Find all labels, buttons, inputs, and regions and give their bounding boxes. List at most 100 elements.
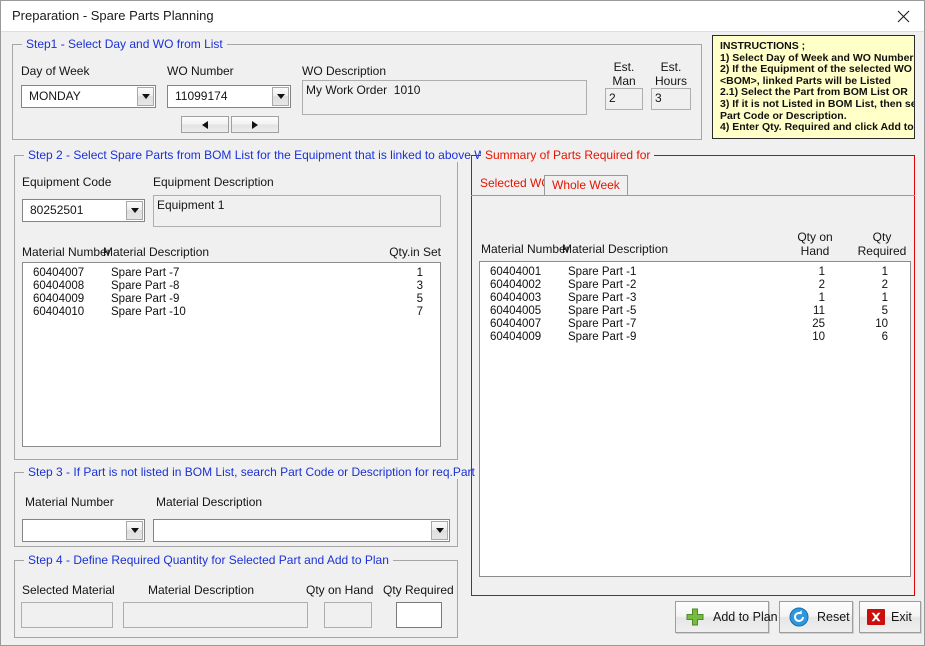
bom-qty-in-set: 1 <box>416 267 423 279</box>
equipment-code-select[interactable]: 80252501 <box>22 199 145 222</box>
list-item[interactable]: 60404009 Spare Part -9 5 <box>23 293 440 306</box>
exit-label: Exit <box>891 610 912 624</box>
list-item[interactable]: 60404008 Spare Part -8 3 <box>23 280 440 293</box>
table-row[interactable]: 60404009 Spare Part -9 10 6 <box>480 331 910 344</box>
summary-qty-on-hand: 1 <box>818 266 825 278</box>
summary-col-qty-on-hand-line2: Hand <box>800 244 830 258</box>
summary-material-number: 60404007 <box>490 318 542 330</box>
title-bar: Preparation - Spare Parts Planning <box>1 1 924 32</box>
step4-title: Step 4 - Define Required Quantity for Se… <box>24 553 393 567</box>
summary-col-qty-on-hand-line1: Qty on <box>797 230 833 244</box>
est-hours-label-line2: Hours <box>654 74 687 88</box>
step2-title: Step 2 - Select Spare Parts from BOM Lis… <box>24 148 499 162</box>
table-row[interactable]: 60404003 Spare Part -3 1 1 <box>480 292 910 305</box>
bom-material-description: Spare Part -10 <box>111 306 186 318</box>
qty-required-label: Qty Required <box>383 583 454 597</box>
summary-qty-on-hand: 11 <box>813 305 825 317</box>
bom-col-material-description: Material Description <box>103 245 210 259</box>
bom-parts-listbox[interactable]: 60404007 Spare Part -7 1 60404008 Spare … <box>22 262 441 447</box>
summary-material-number: 60404002 <box>490 279 542 291</box>
reset-button[interactable]: Reset <box>779 601 853 633</box>
table-row[interactable]: 60404007 Spare Part -7 25 10 <box>480 318 910 331</box>
summary-qty-required: 6 <box>881 331 888 343</box>
tabstrip-divider <box>471 195 915 196</box>
bom-material-description: Spare Part -9 <box>111 293 180 305</box>
next-wo-button[interactable] <box>231 116 279 133</box>
tab-whole-week[interactable]: Whole Week <box>544 175 628 195</box>
bom-qty-in-set: 7 <box>416 306 423 318</box>
summary-material-number: 60404005 <box>490 305 542 317</box>
qty-required-field[interactable] <box>396 602 442 628</box>
bom-qty-in-set: 5 <box>416 293 423 305</box>
window-title: Preparation - Spare Parts Planning <box>12 8 214 23</box>
add-to-plan-label: Add to Plan <box>713 610 778 624</box>
equipment-code-value: 80252501 <box>30 203 84 217</box>
bom-material-description: Spare Part -8 <box>111 280 180 292</box>
bom-col-material-number: Material Number <box>22 245 111 259</box>
summary-material-description: Spare Part -9 <box>568 331 637 343</box>
close-icon <box>897 10 909 22</box>
step3-material-description-select[interactable] <box>153 519 450 542</box>
add-to-plan-button[interactable]: Add to Plan <box>675 601 778 633</box>
triangle-right-icon <box>252 120 258 129</box>
instruction-line: 4) Enter Qty. Required and click Add to … <box>720 121 914 134</box>
summary-material-number: 60404003 <box>490 292 542 304</box>
summary-title: Summary of Parts Required for <box>481 148 655 162</box>
bom-material-number: 60404008 <box>33 280 85 292</box>
chevron-down-icon[interactable] <box>137 87 154 106</box>
tab-whole-week-label: Whole Week <box>552 178 620 192</box>
wo-number-value: 11099174 <box>175 89 228 103</box>
step4-material-description-field <box>123 602 308 628</box>
wo-number-select[interactable]: 11099174 <box>167 85 291 108</box>
bom-material-number: 60404010 <box>33 306 85 318</box>
step3-material-number-select[interactable] <box>22 519 145 542</box>
summary-col-material-description: Material Description <box>562 242 669 256</box>
table-row[interactable]: 60404001 Spare Part -1 1 1 <box>480 266 910 279</box>
wo-number-label: WO Number <box>167 64 234 78</box>
chevron-down-icon[interactable] <box>126 201 143 220</box>
tab-selected-wo-label: Selected WO <box>480 176 551 190</box>
est-man-field[interactable]: 2 <box>605 88 643 110</box>
exit-button[interactable]: Exit <box>859 601 921 633</box>
chevron-down-icon[interactable] <box>272 87 289 106</box>
refresh-icon <box>788 606 810 628</box>
summary-qty-on-hand: 10 <box>812 331 825 343</box>
chevron-down-icon[interactable] <box>126 521 143 540</box>
list-item[interactable]: 60404010 Spare Part -10 7 <box>23 306 440 319</box>
equipment-description-field: Equipment 1 <box>153 195 441 227</box>
summary-tabstrip: Selected WO Whole Week <box>471 174 915 196</box>
wo-description-field[interactable]: My Work Order 1010 <box>302 80 587 115</box>
bom-qty-in-set: 3 <box>416 280 423 292</box>
step3-title: Step 3 - If Part is not listed in BOM Li… <box>24 465 479 479</box>
close-window-button[interactable] <box>880 1 924 31</box>
est-man-label-line1: Est. <box>613 60 635 74</box>
summary-qty-required: 1 <box>881 266 888 278</box>
equipment-code-label: Equipment Code <box>22 175 112 189</box>
summary-qty-required: 2 <box>881 279 888 291</box>
table-row[interactable]: 60404002 Spare Part -2 2 2 <box>480 279 910 292</box>
qty-on-hand-label: Qty on Hand <box>306 583 374 597</box>
chevron-down-icon[interactable] <box>431 521 448 540</box>
summary-material-description: Spare Part -5 <box>568 305 637 317</box>
previous-wo-button[interactable] <box>181 116 229 133</box>
list-item[interactable]: 60404007 Spare Part -7 1 <box>23 267 440 280</box>
bom-material-number: 60404009 <box>33 293 85 305</box>
instruction-line: 3) If it is not Listed in BOM List, then… <box>720 97 915 110</box>
summary-parts-listbox[interactable]: 60404001 Spare Part -1 1 1 60404002 Spar… <box>479 261 911 577</box>
selected-material-label: Selected Material <box>22 583 115 597</box>
table-row[interactable]: 60404005 Spare Part -5 11 5 <box>480 305 910 318</box>
summary-qty-required: 10 <box>875 318 888 330</box>
est-hours-field[interactable]: 3 <box>651 88 691 110</box>
summary-material-description: Spare Part -1 <box>568 266 637 278</box>
day-of-week-select[interactable]: MONDAY <box>21 85 156 108</box>
summary-material-description: Spare Part -3 <box>568 292 637 304</box>
red-x-icon <box>865 606 887 628</box>
qty-on-hand-field <box>324 602 372 628</box>
summary-qty-on-hand: 2 <box>818 279 825 291</box>
summary-col-qty-required-line2: Required <box>857 244 907 258</box>
bom-material-number: 60404007 <box>33 267 85 279</box>
triangle-left-icon <box>202 120 208 129</box>
instructions-panel: INSTRUCTIONS ; 1) Select Day of Week and… <box>712 35 915 139</box>
summary-qty-on-hand: 25 <box>812 318 825 330</box>
bom-col-qty-in-set: Qty.in Set <box>389 245 441 259</box>
